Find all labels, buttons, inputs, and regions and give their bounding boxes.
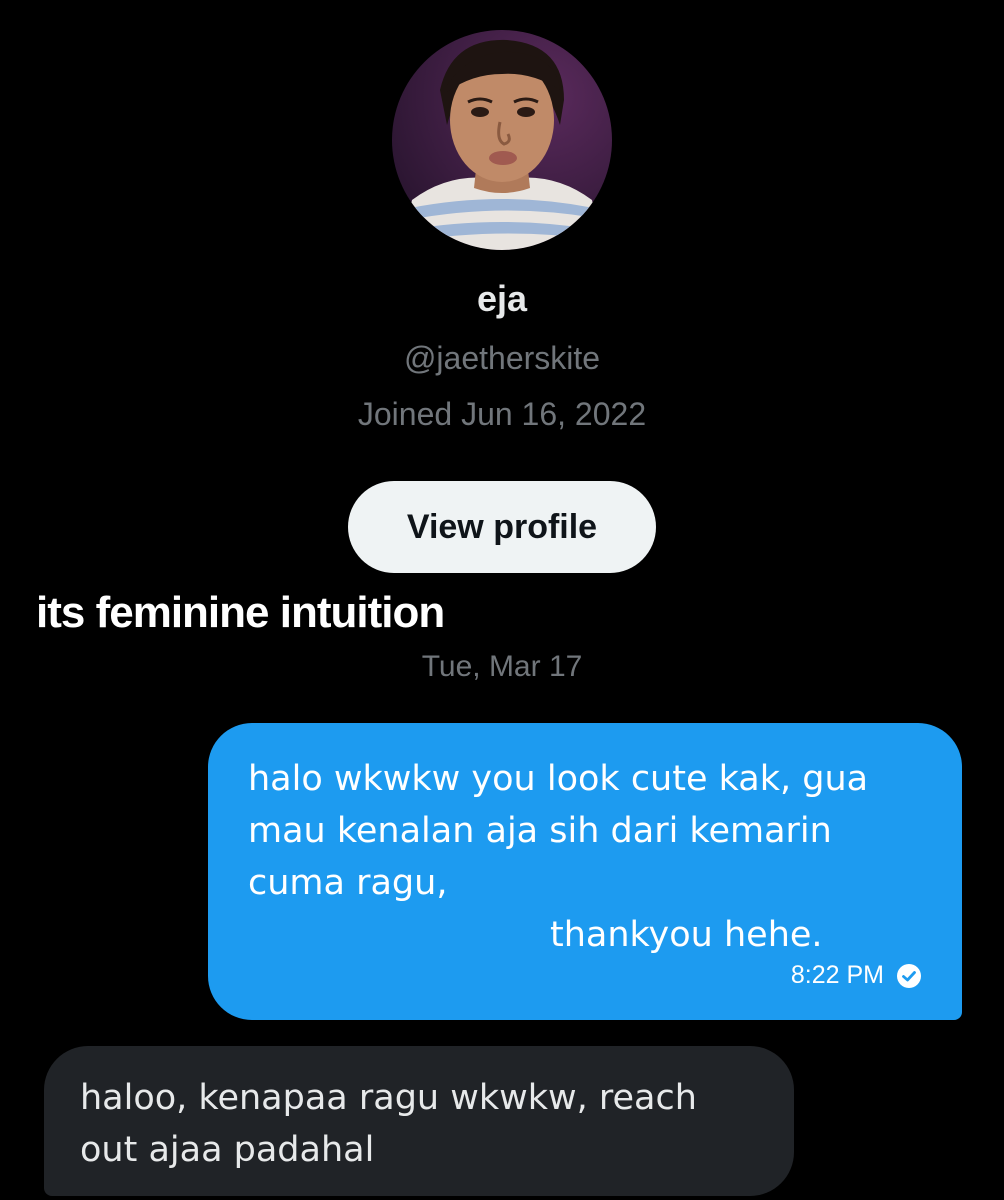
profile-avatar[interactable] <box>392 30 612 250</box>
message-line: thankyou hehe. <box>550 915 823 955</box>
date-separator: Tue, Mar 17 <box>0 650 1004 684</box>
profile-display-name: eja <box>476 278 528 319</box>
message-line: halo wkwkw you look cute kak, gua <box>248 759 869 799</box>
profile-handle: @jaetherskite <box>403 340 601 376</box>
check-circle-icon <box>896 963 922 989</box>
message-timestamp: 8:22 PM <box>790 961 884 989</box>
profile-joined-date: Joined Jun 16, 2022 <box>357 396 647 432</box>
received-message-bubble[interactable]: haloo, kenapaa ragu wkwkw, reach out aja… <box>44 1046 794 1196</box>
date-separator-label: Tue, Mar 17 <box>421 650 583 683</box>
avatar-photo <box>392 30 612 250</box>
message-line: mau kenalan aja sih dari kemarin <box>248 811 832 851</box>
received-message-text: haloo, kenapaa ragu wkwkw, reach out aja… <box>80 1072 760 1176</box>
sent-message-bubble[interactable]: halo wkwkw you look cute kak, gua mau ke… <box>208 723 962 1020</box>
message-meta: 8:22 PM <box>791 961 922 990</box>
message-line: haloo, kenapaa ragu wkwkw, reach <box>80 1078 697 1118</box>
message-line: out ajaa padahal <box>80 1130 375 1170</box>
message-line: cuma ragu, <box>248 863 448 903</box>
overlay-caption: its feminine intuition <box>36 588 445 637</box>
sent-message-text: halo wkwkw you look cute kak, gua mau ke… <box>248 753 908 961</box>
view-profile-button[interactable]: View profile <box>348 481 656 573</box>
